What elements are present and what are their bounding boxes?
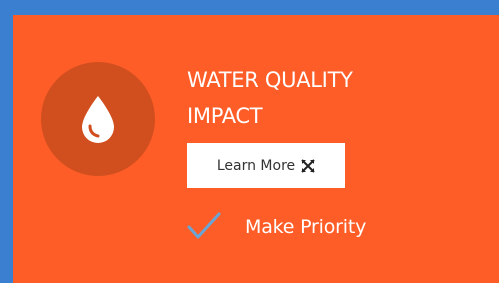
card-title-line-2: IMPACT [187,104,263,128]
make-priority-toggle[interactable]: Make Priority [187,209,366,245]
make-priority-label: Make Priority [245,216,367,238]
icon-circle [41,62,155,176]
learn-more-button[interactable]: Learn More [187,143,345,188]
selection-frame: WATER QUALITY IMPACT Learn More Make Pri… [0,0,499,283]
water-drop-icon [82,96,114,143]
learn-more-label: Learn More [216,157,296,174]
water-quality-card[interactable]: WATER QUALITY IMPACT Learn More Make Pri… [13,15,499,283]
card-title: WATER QUALITY IMPACT [187,62,447,134]
expand-arrows-icon [301,158,315,173]
checkmark-icon [187,212,221,239]
card-title-line-1: WATER QUALITY [187,68,353,92]
